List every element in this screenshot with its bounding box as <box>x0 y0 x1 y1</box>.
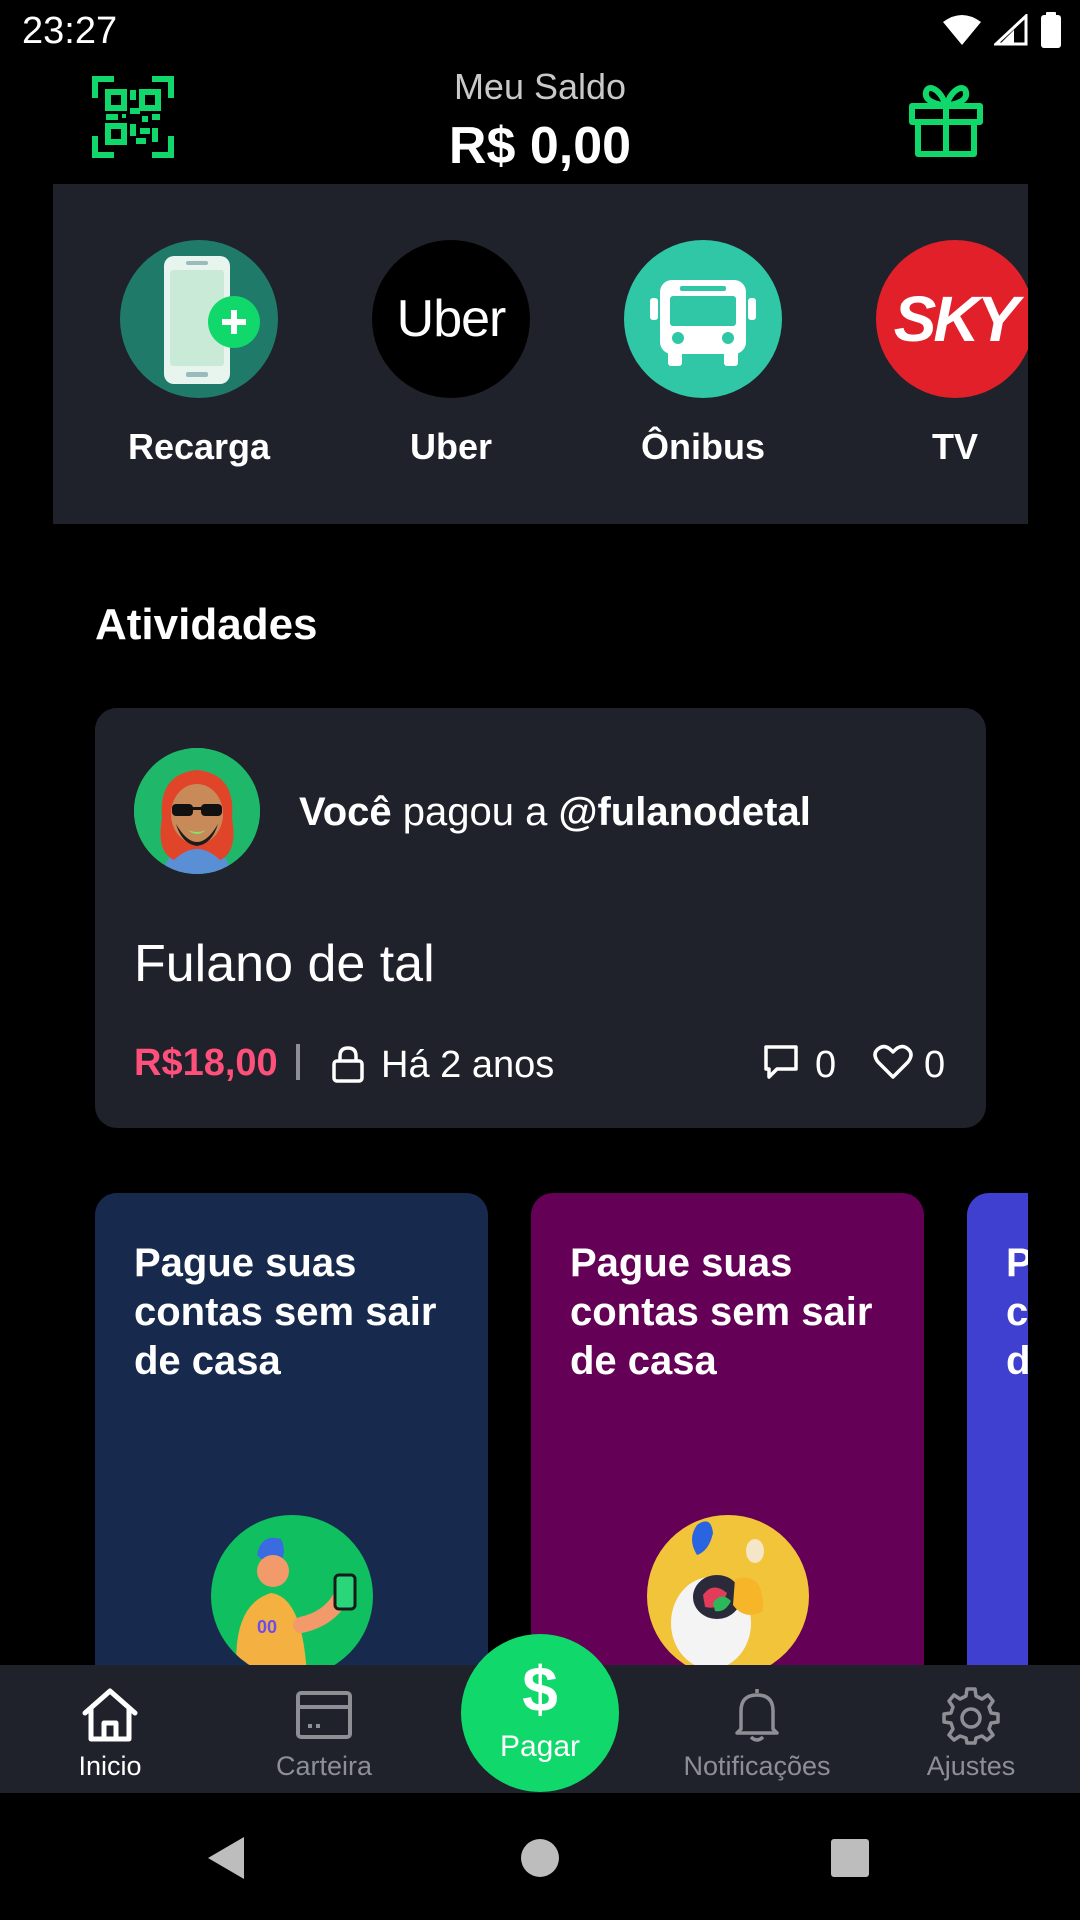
astronaut-illustration <box>647 1515 809 1665</box>
sky-logo: SKY <box>876 240 1028 398</box>
promo-carousel[interactable]: Pague suas contas sem sair de casa 00 Pa… <box>95 1193 1028 1665</box>
comment-count: 0 <box>815 1044 837 1086</box>
nav-item-ajustes[interactable]: Ajustes <box>881 1665 1061 1793</box>
home-icon <box>82 1688 138 1742</box>
svg-text:00: 00 <box>257 1617 277 1637</box>
activity-amount: R$18,00 <box>134 1042 278 1084</box>
service-onibus[interactable]: Ônibus <box>623 240 783 468</box>
nav-label: Notificações <box>683 1751 831 1781</box>
service-uber[interactable]: Uber Uber <box>371 240 531 468</box>
services-carousel[interactable]: Recarga Uber Uber Ônibus SKY TV <box>53 184 1028 524</box>
comment-icon[interactable] <box>763 1044 799 1080</box>
person-phone-illustration: 00 <box>211 1515 373 1665</box>
service-recarga[interactable]: Recarga <box>119 240 279 468</box>
signal-icon <box>994 14 1028 46</box>
avatar <box>134 748 260 874</box>
promo-text: Pague suas contas sem sair de casa <box>570 1241 873 1383</box>
promo-card[interactable]: Pague suas contas sem sair de casa <box>531 1193 924 1665</box>
sky-logo-text: SKY <box>893 283 1020 355</box>
pay-button[interactable]: $ Pagar <box>461 1634 619 1792</box>
wifi-icon <box>943 15 981 45</box>
dollar-icon: $ <box>522 1653 558 1725</box>
service-label: Recarga <box>127 426 271 467</box>
activity-name: Fulano de tal <box>134 935 435 993</box>
nav-label: Ajustes <box>926 1751 1016 1781</box>
promo-text: Pague suas contas sem sair de casa <box>1006 1241 1028 1383</box>
activity-verb: pagou a <box>402 790 548 834</box>
phone-recharge-icon <box>120 240 278 398</box>
promo-card[interactable]: Pague suas contas sem sair de casa 00 <box>95 1193 488 1665</box>
status-bar: 23:27 <box>0 0 1080 60</box>
nav-item-carteira[interactable]: Carteira <box>234 1665 414 1793</box>
lock-icon <box>332 1046 364 1083</box>
activity-description: Você pagou a @fulanodetal <box>299 790 811 835</box>
uber-logo-text: Uber <box>396 290 507 348</box>
gift-button[interactable] <box>908 82 984 158</box>
activity-actor: Você <box>299 790 392 834</box>
activities-title: Atividades <box>95 600 318 649</box>
activity-card[interactable]: Você pagou a @fulanodetal Fulano de tal … <box>95 708 986 1128</box>
uber-logo: Uber <box>372 240 530 398</box>
nav-label: Carteira <box>275 1751 373 1781</box>
status-icons <box>942 12 1062 48</box>
promo-card[interactable]: Pague suas contas sem sair de casa <box>967 1193 1028 1665</box>
divider <box>296 1044 300 1080</box>
gear-icon <box>942 1687 1000 1745</box>
promo-text: Pague suas contas sem sair de casa <box>134 1241 437 1383</box>
back-icon[interactable] <box>202 1833 252 1883</box>
service-label: TV <box>931 426 978 467</box>
bus-icon <box>624 240 782 398</box>
heart-icon[interactable] <box>873 1044 913 1080</box>
like-count: 0 <box>924 1044 946 1086</box>
pay-label: Pagar <box>499 1730 581 1763</box>
status-time: 23:27 <box>22 10 118 52</box>
wallet-icon <box>296 1691 352 1739</box>
home-circle-icon[interactable] <box>515 1833 565 1883</box>
nav-label: Inicio <box>78 1751 142 1781</box>
service-tv[interactable]: SKY TV <box>875 240 1028 468</box>
system-navigation-bar <box>0 1793 1080 1920</box>
activity-target-username[interactable]: @fulanodetal <box>558 790 810 834</box>
nav-item-notificacoes[interactable]: Notificações <box>667 1665 847 1793</box>
bell-icon <box>735 1689 779 1742</box>
nav-item-inicio[interactable]: Inicio <box>20 1665 200 1793</box>
battery-icon <box>1041 12 1061 48</box>
header: Meu Saldo R$ 0,00 <box>0 60 1080 180</box>
activity-time: Há 2 anos <box>381 1044 555 1086</box>
gift-icon <box>909 85 983 157</box>
service-label: Uber <box>409 426 493 467</box>
recents-icon[interactable] <box>825 1833 875 1883</box>
service-label: Ônibus <box>641 426 765 467</box>
